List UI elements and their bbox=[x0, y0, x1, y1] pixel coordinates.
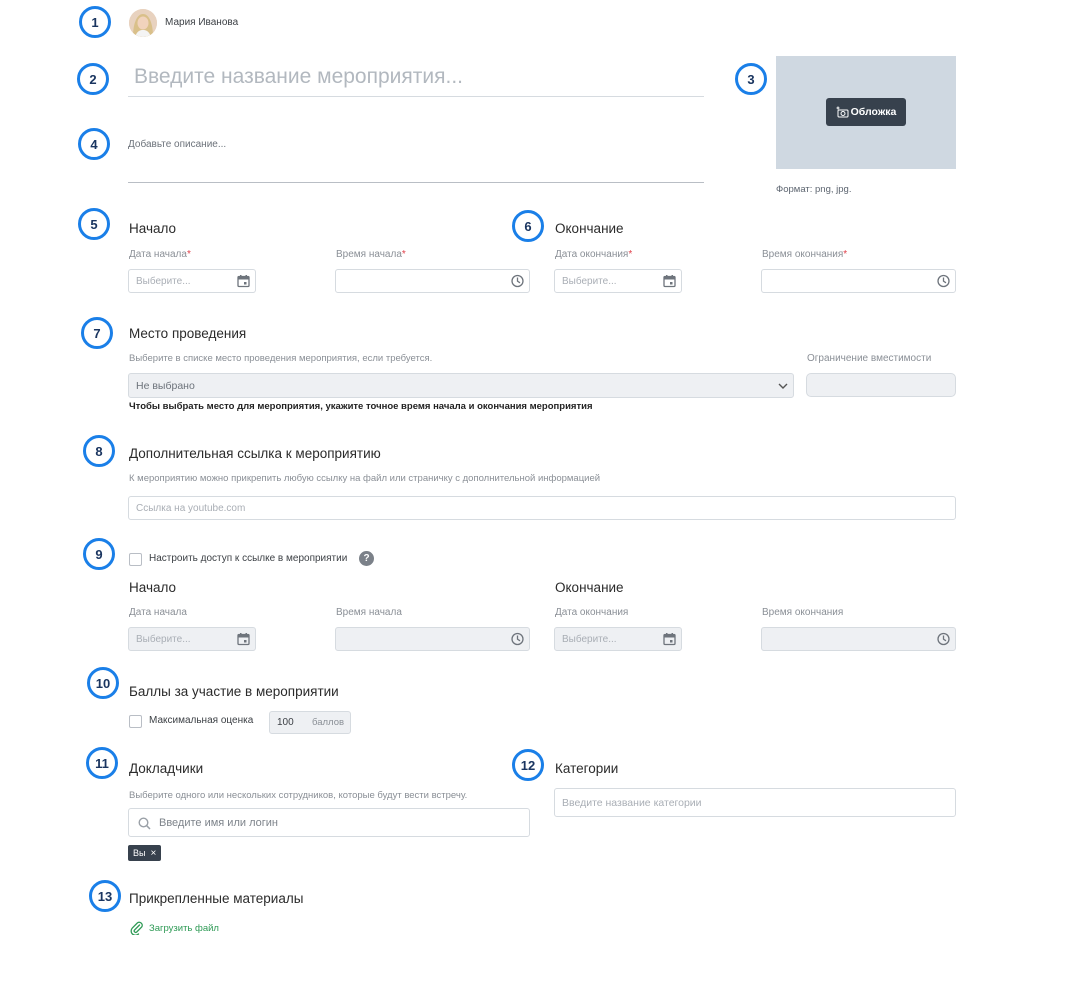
capacity-label: Ограничение вместимости bbox=[807, 353, 932, 364]
chevron-down-icon bbox=[778, 383, 788, 389]
max-score-unit: баллов bbox=[312, 717, 345, 728]
step-marker-4: 4 bbox=[78, 128, 110, 160]
clock-icon[interactable] bbox=[937, 632, 950, 646]
step-marker-6: 6 bbox=[512, 210, 544, 242]
venue-selected-value: Не выбрано bbox=[136, 379, 195, 392]
start-date-input[interactable]: Выберите... bbox=[128, 269, 256, 293]
calendar-icon[interactable] bbox=[237, 633, 250, 646]
start-date-label: Дата начала* bbox=[129, 249, 191, 260]
calendar-icon[interactable] bbox=[663, 633, 676, 646]
step-marker-13: 13 bbox=[89, 880, 121, 912]
end-date-label: Дата окончания* bbox=[555, 249, 633, 260]
end-time-label: Время окончания* bbox=[762, 249, 848, 260]
access-end-time-label: Время окончания bbox=[762, 607, 844, 618]
access-start-heading: Начало bbox=[129, 580, 177, 595]
start-heading: Начало bbox=[129, 221, 177, 236]
extra-link-input[interactable]: Ссылка на youtube.com bbox=[128, 496, 956, 520]
cover-format-hint: Формат: png, jpg. bbox=[776, 184, 852, 195]
help-icon[interactable]: ? bbox=[359, 551, 374, 566]
speaker-tag: Вы × bbox=[128, 845, 162, 861]
calendar-icon[interactable] bbox=[237, 275, 250, 288]
points-heading: Баллы за участие в мероприятии bbox=[129, 684, 339, 699]
step-marker-2: 2 bbox=[77, 63, 109, 95]
add-photo-icon bbox=[836, 106, 849, 118]
access-end-heading: Окончание bbox=[555, 580, 624, 595]
clock-icon[interactable] bbox=[511, 274, 524, 288]
max-score-value: 100 bbox=[277, 717, 294, 728]
link-access-checkbox[interactable] bbox=[129, 553, 142, 566]
end-heading: Окончание bbox=[555, 221, 624, 236]
step-marker-10: 10 bbox=[87, 667, 119, 699]
access-start-time-label: Время начала bbox=[336, 607, 402, 618]
categories-heading: Категории bbox=[555, 761, 619, 776]
paperclip-icon bbox=[130, 921, 144, 935]
cover-upload-button[interactable]: Обложка bbox=[826, 98, 906, 126]
max-score-label: Максимальная оценка bbox=[149, 715, 254, 726]
max-score-checkbox[interactable] bbox=[129, 715, 142, 728]
access-start-time-input[interactable] bbox=[335, 627, 530, 651]
max-score-field[interactable]: 100 баллов bbox=[269, 711, 351, 734]
access-end-date-input[interactable]: Выберите... bbox=[554, 627, 682, 651]
categories-input[interactable]: Введите название категории bbox=[554, 788, 956, 817]
step-marker-3: 3 bbox=[735, 63, 767, 95]
speakers-hint: Выберите одного или нескольких сотрудник… bbox=[129, 790, 468, 801]
extra-link-hint: К мероприятию можно прикрепить любую ссы… bbox=[129, 473, 601, 484]
author-name: Мария Иванова bbox=[165, 17, 239, 28]
end-date-input[interactable]: Выберите... bbox=[554, 269, 682, 293]
speakers-heading: Докладчики bbox=[129, 761, 204, 776]
capacity-input[interactable] bbox=[806, 373, 956, 397]
step-marker-11: 11 bbox=[86, 747, 118, 779]
venue-select[interactable]: Не выбрано bbox=[128, 373, 794, 398]
event-title-input[interactable]: Введите название мероприятия... bbox=[128, 60, 704, 97]
upload-file-label: Загрузить файл bbox=[149, 922, 219, 934]
step-marker-1: 1 bbox=[79, 6, 111, 38]
search-icon bbox=[138, 817, 151, 830]
extra-link-heading: Дополнительная ссылка к мероприятию bbox=[129, 446, 381, 461]
access-end-time-input[interactable] bbox=[761, 627, 956, 651]
venue-warning: Чтобы выбрать место для мероприятия, ука… bbox=[129, 401, 593, 412]
calendar-icon[interactable] bbox=[663, 275, 676, 288]
step-marker-12: 12 bbox=[512, 749, 544, 781]
upload-file-link[interactable]: Загрузить файл bbox=[130, 921, 219, 935]
description-placeholder: Добавьте описание... bbox=[128, 139, 227, 150]
avatar bbox=[129, 9, 157, 37]
cover-image-area[interactable]: Обложка bbox=[776, 56, 956, 169]
start-time-label: Время начала* bbox=[336, 249, 406, 260]
access-start-date-input[interactable]: Выберите... bbox=[128, 627, 256, 651]
access-start-date-label: Дата начала bbox=[129, 607, 187, 618]
materials-heading: Прикрепленные материалы bbox=[129, 891, 304, 906]
cover-button-label: Обложка bbox=[850, 106, 897, 118]
close-icon[interactable]: × bbox=[150, 848, 156, 859]
clock-icon[interactable] bbox=[937, 274, 950, 288]
access-end-date-label: Дата окончания bbox=[555, 607, 629, 618]
step-marker-7: 7 bbox=[81, 317, 113, 349]
step-marker-5: 5 bbox=[78, 208, 110, 240]
step-marker-9: 9 bbox=[83, 538, 115, 570]
start-time-input[interactable] bbox=[335, 269, 530, 293]
venue-hint: Выберите в списке место проведения мероп… bbox=[129, 353, 433, 364]
venue-heading: Место проведения bbox=[129, 326, 247, 341]
end-time-input[interactable] bbox=[761, 269, 956, 293]
speakers-search-input[interactable]: Введите имя или логин bbox=[128, 808, 530, 837]
step-marker-8: 8 bbox=[83, 435, 115, 467]
link-access-label: Настроить доступ к ссылке в мероприятии bbox=[149, 553, 348, 564]
clock-icon[interactable] bbox=[511, 632, 524, 646]
event-description-input[interactable]: Добавьте описание... bbox=[128, 136, 704, 183]
speaker-tag-label: Вы bbox=[133, 848, 146, 858]
event-title-placeholder: Введите название мероприятия... bbox=[134, 65, 463, 88]
